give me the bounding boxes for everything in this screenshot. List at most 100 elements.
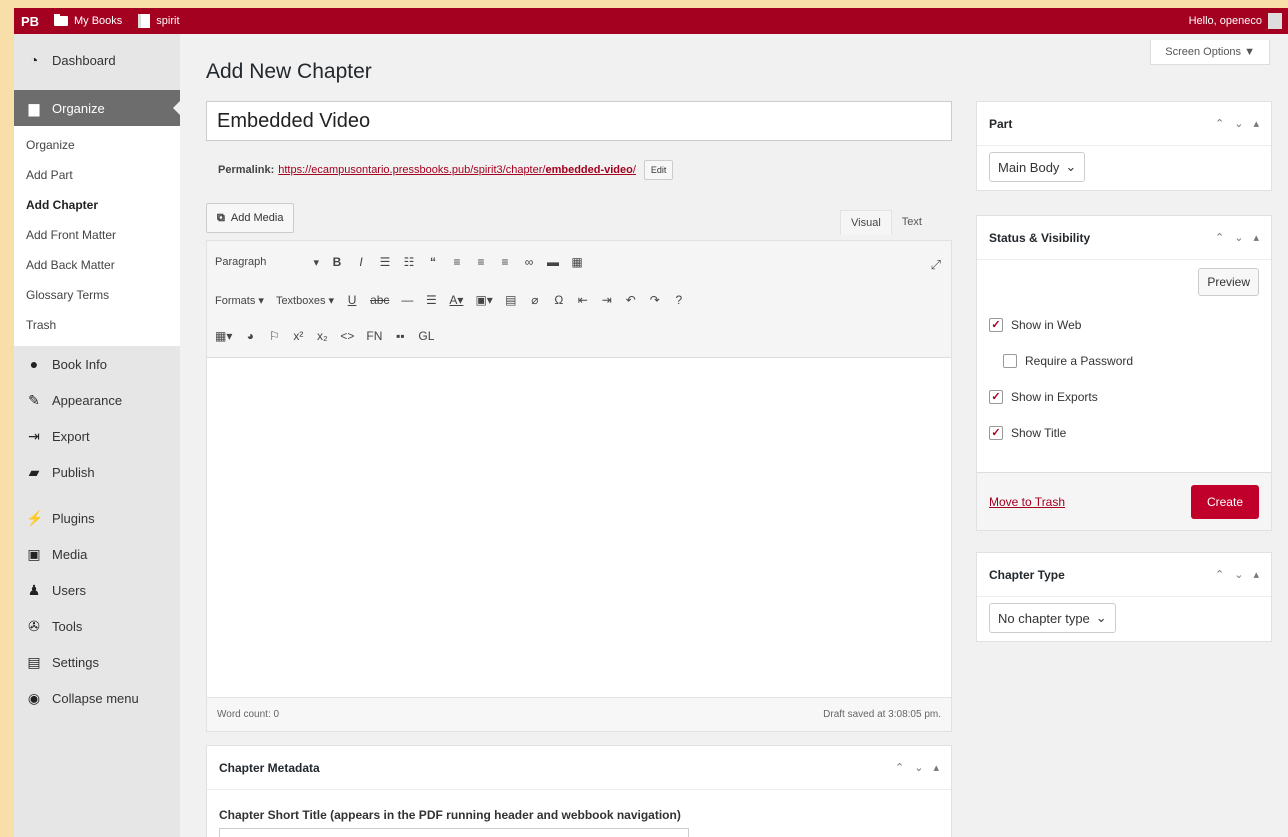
paste-text-icon[interactable]: ▤ [505,293,517,307]
menu-item-collapse[interactable]: ◉ Collapse menu [14,680,180,716]
pressbooks-logo[interactable]: PB [14,14,46,29]
move-down-icon[interactable]: ⌄ [1234,117,1243,130]
read-more-icon[interactable]: ▬ [547,255,559,269]
italic-icon[interactable]: I [355,255,367,269]
justify-icon[interactable]: ☰ [425,293,437,307]
strikethrough-icon[interactable]: abc [370,293,389,307]
chapter-metadata-title: Chapter Metadata [219,760,320,775]
menu-item-settings[interactable]: ▤ Settings [14,644,180,680]
add-media-button[interactable]: ⧉ Add Media [206,203,295,233]
submenu-item-add-chapter[interactable]: Add Chapter [14,190,180,220]
menu-item-dashboard[interactable]: ◔ Dashboard [14,42,180,78]
short-title-input[interactable] [219,828,689,837]
superscript-icon[interactable]: x² [292,329,304,343]
collapse-toggle-icon[interactable]: ▴ [1253,117,1259,130]
move-down-icon[interactable]: ⌄ [1234,568,1243,581]
subscript-icon[interactable]: x₂ [316,329,328,343]
numbered-list-icon[interactable]: ☷ [403,255,415,269]
menu-item-tools[interactable]: ✇ Tools [14,608,180,644]
chapter-metadata-box: Chapter Metadata ⌃ ⌄ ▴ Chapter Short Tit… [206,745,952,837]
create-button[interactable]: Create [1190,484,1259,519]
footnote-button[interactable]: FN [366,329,382,343]
clear-formatting-icon[interactable]: ⌀ [529,293,541,307]
align-center-icon[interactable]: ≡ [475,255,487,269]
move-up-icon[interactable]: ⌃ [1215,117,1224,130]
align-left-icon[interactable]: ≡ [451,255,463,269]
menu-item-organize[interactable]: ▆ Organize [14,90,181,126]
link-icon[interactable]: ∞ [523,255,535,269]
outdent-icon[interactable]: ⇤ [577,293,589,307]
underline-icon[interactable]: U [346,293,358,307]
help-icon[interactable]: ? [673,293,685,307]
textboxes-dropdown[interactable]: Textboxes ▾ [276,294,334,307]
my-books-link[interactable]: My Books [46,8,130,34]
glossary-grid-icon[interactable]: ▪▪ [394,329,406,343]
horizontal-line-icon[interactable]: — [401,293,413,307]
show-in-web-checkbox[interactable]: ✓ [989,318,1003,332]
chapter-type-body: No chapter type ⌄ [977,597,1271,639]
formats-dropdown[interactable]: Formats ▾ [215,294,264,307]
move-to-trash-link[interactable]: Move to Trash [989,495,1065,509]
part-box-title: Part [989,116,1013,131]
special-character-icon[interactable]: Ω [553,293,565,307]
submenu-item-organize[interactable]: Organize [14,130,180,160]
menu-item-book-info[interactable]: ● Book Info [14,346,180,382]
part-box-header[interactable]: Part ⌃ ⌄ ▴ [977,102,1271,146]
status-box-header[interactable]: Status & Visibility ⌃ ⌄ ▴ [977,216,1271,260]
bold-icon[interactable]: B [331,255,343,269]
require-password-checkbox[interactable] [1003,354,1017,368]
menu-item-export[interactable]: ⇥ Export [14,418,180,454]
align-right-icon[interactable]: ≡ [499,255,511,269]
move-up-icon[interactable]: ⌃ [1215,568,1224,581]
chapter-title-input[interactable] [206,101,952,141]
submenu-item-glossary-terms[interactable]: Glossary Terms [14,280,180,310]
chapter-type-select[interactable]: No chapter type ⌄ [989,603,1116,633]
background-color-icon[interactable]: ▣▾ [475,293,492,307]
show-title-checkbox[interactable]: ✓ [989,426,1003,440]
move-up-icon[interactable]: ⌃ [895,761,904,774]
collapse-toggle-icon[interactable]: ▴ [1253,568,1259,581]
chapter-type-header[interactable]: Chapter Type ⌃ ⌄ ▴ [977,553,1271,597]
show-in-exports-checkbox[interactable]: ✓ [989,390,1003,404]
submenu-item-add-part[interactable]: Add Part [14,160,180,190]
blockquote-icon[interactable]: “ [427,255,439,269]
tab-text[interactable]: Text [892,210,932,235]
part-select[interactable]: Main Body ⌄ [989,152,1086,182]
account-menu[interactable]: Hello, openeco [1189,13,1288,29]
undo-icon[interactable]: ↶ [625,293,637,307]
move-down-icon[interactable]: ⌄ [1234,231,1243,244]
submenu-item-add-back-matter[interactable]: Add Back Matter [14,250,180,280]
anchor-icon[interactable]: ⚐ [268,329,280,343]
collapse-toggle-icon[interactable]: ▴ [1253,231,1259,244]
screen-options-button[interactable]: Screen Options ▼ [1150,40,1270,65]
bulleted-list-icon[interactable]: ☰ [379,255,391,269]
menu-item-plugins[interactable]: ⚡ Plugins [14,500,180,536]
collapse-toggle-icon[interactable]: ▴ [933,761,939,774]
chart-icon[interactable]: ◕ [244,329,256,343]
permalink-edit-button[interactable]: Edit [643,160,674,180]
preview-button[interactable]: Preview [1198,268,1259,296]
move-up-icon[interactable]: ⌃ [1215,231,1224,244]
permalink-link[interactable]: https://ecampusontario.pressbooks.pub/sp… [278,164,636,176]
code-icon[interactable]: <> [340,329,354,343]
chapter-metadata-header[interactable]: Chapter Metadata ⌃ ⌄ ▴ [207,746,951,790]
tab-visual[interactable]: Visual [840,210,892,235]
indent-icon[interactable]: ⇥ [601,293,613,307]
format-select[interactable]: Paragraph ▾ [215,256,319,269]
editor-content-area[interactable] [207,358,951,697]
menu-item-media[interactable]: ▣ Media [14,536,180,572]
toolbar-toggle-icon[interactable]: ▦ [571,255,583,269]
menu-item-appearance[interactable]: ✎ Appearance [14,382,180,418]
move-down-icon[interactable]: ⌄ [914,761,923,774]
submenu-item-trash[interactable]: Trash [14,310,180,340]
text-color-icon[interactable]: A▾ [449,293,463,307]
menu-item-publish[interactable]: ▰ Publish [14,454,180,490]
submenu-item-add-front-matter[interactable]: Add Front Matter [14,220,180,250]
editor-tabs: Visual Text [840,210,932,235]
table-icon[interactable]: ▦▾ [215,329,232,343]
fullscreen-icon[interactable]: ⤢ [931,257,941,273]
menu-item-users[interactable]: ♟ Users [14,572,180,608]
redo-icon[interactable]: ↷ [649,293,661,307]
book-link[interactable]: spirit [130,8,187,34]
glossary-button[interactable]: GL [418,329,434,343]
